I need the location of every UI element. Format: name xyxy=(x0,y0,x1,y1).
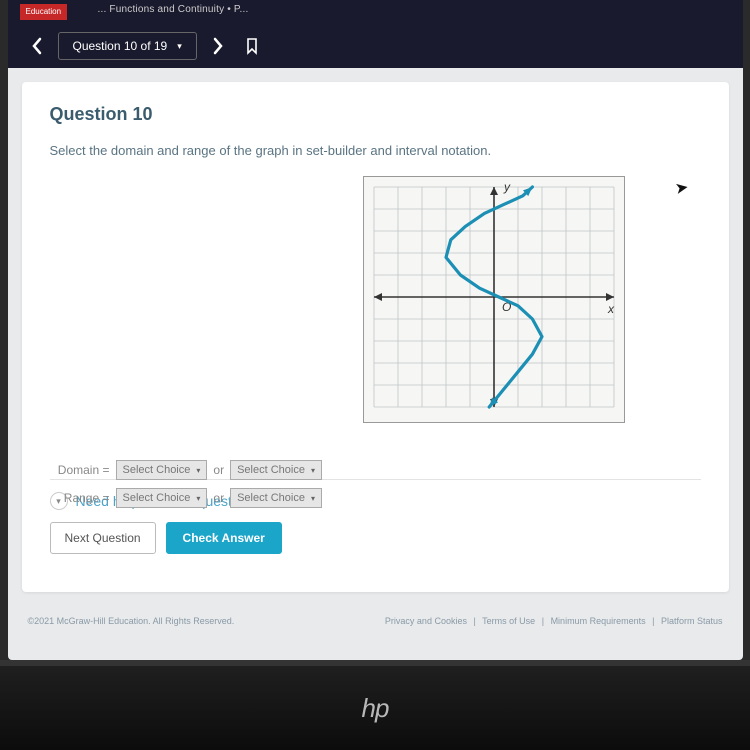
hp-logo: hp xyxy=(362,693,389,724)
range-label: Range = xyxy=(50,491,110,505)
graph-panel: Oyx xyxy=(363,176,625,423)
bookmark-button[interactable] xyxy=(239,33,265,59)
domain-label: Domain = xyxy=(50,463,110,477)
select-placeholder: Select Choice xyxy=(123,464,191,476)
footer-platform-link[interactable]: Platform Status xyxy=(661,616,723,626)
footer-requirements-link[interactable]: Minimum Requirements xyxy=(551,616,646,626)
range-select-1[interactable]: Select Choice ▾ xyxy=(116,488,208,508)
chevron-down-icon: ▾ xyxy=(177,41,182,52)
check-answer-button[interactable]: Check Answer xyxy=(166,522,282,554)
or-label: or xyxy=(213,491,224,505)
select-placeholder: Select Choice xyxy=(237,492,305,504)
brand-badge: Education xyxy=(20,4,68,21)
question-prompt: Select the domain and range of the graph… xyxy=(50,143,701,158)
next-question-action-button[interactable]: Next Question xyxy=(50,522,156,554)
chevron-down-icon: ▾ xyxy=(196,494,200,503)
or-label: or xyxy=(213,463,224,477)
laptop-bezel: hp xyxy=(0,660,750,750)
chevron-down-icon: ▾ xyxy=(311,494,315,503)
chevron-right-icon xyxy=(211,37,225,55)
footer-terms-link[interactable]: Terms of Use xyxy=(482,616,535,626)
breadcrumb: ... Functions and Continuity • P... xyxy=(98,4,249,15)
chevron-down-icon: ▾ xyxy=(311,466,315,475)
svg-text:x: x xyxy=(607,302,615,316)
range-row: Range = Select Choice ▾ or Select Choice… xyxy=(50,488,322,508)
bookmark-icon xyxy=(245,37,259,55)
select-placeholder: Select Choice xyxy=(123,492,191,504)
next-question-button[interactable] xyxy=(205,33,231,59)
svg-text:y: y xyxy=(503,180,511,194)
domain-select-2[interactable]: Select Choice ▾ xyxy=(230,460,322,480)
range-select-2[interactable]: Select Choice ▾ xyxy=(230,488,322,508)
select-placeholder: Select Choice xyxy=(237,464,305,476)
domain-row: Domain = Select Choice ▾ or Select Choic… xyxy=(50,460,322,480)
footer-privacy-link[interactable]: Privacy and Cookies xyxy=(385,616,467,626)
chevron-left-icon xyxy=(30,37,44,55)
domain-select-1[interactable]: Select Choice ▾ xyxy=(116,460,208,480)
chevron-down-icon: ▾ xyxy=(196,466,200,475)
question-counter-label: Question 10 of 19 xyxy=(73,39,168,53)
footer: ©2021 McGraw-Hill Education. All Rights … xyxy=(8,606,743,636)
brand-line: Education xyxy=(26,8,62,17)
question-counter-dropdown[interactable]: Question 10 of 19 ▾ xyxy=(58,32,197,60)
question-title: Question 10 xyxy=(50,104,701,125)
footer-copyright: ©2021 McGraw-Hill Education. All Rights … xyxy=(28,616,235,626)
prev-question-button[interactable] xyxy=(24,33,50,59)
chart-svg: Oyx xyxy=(364,177,624,417)
